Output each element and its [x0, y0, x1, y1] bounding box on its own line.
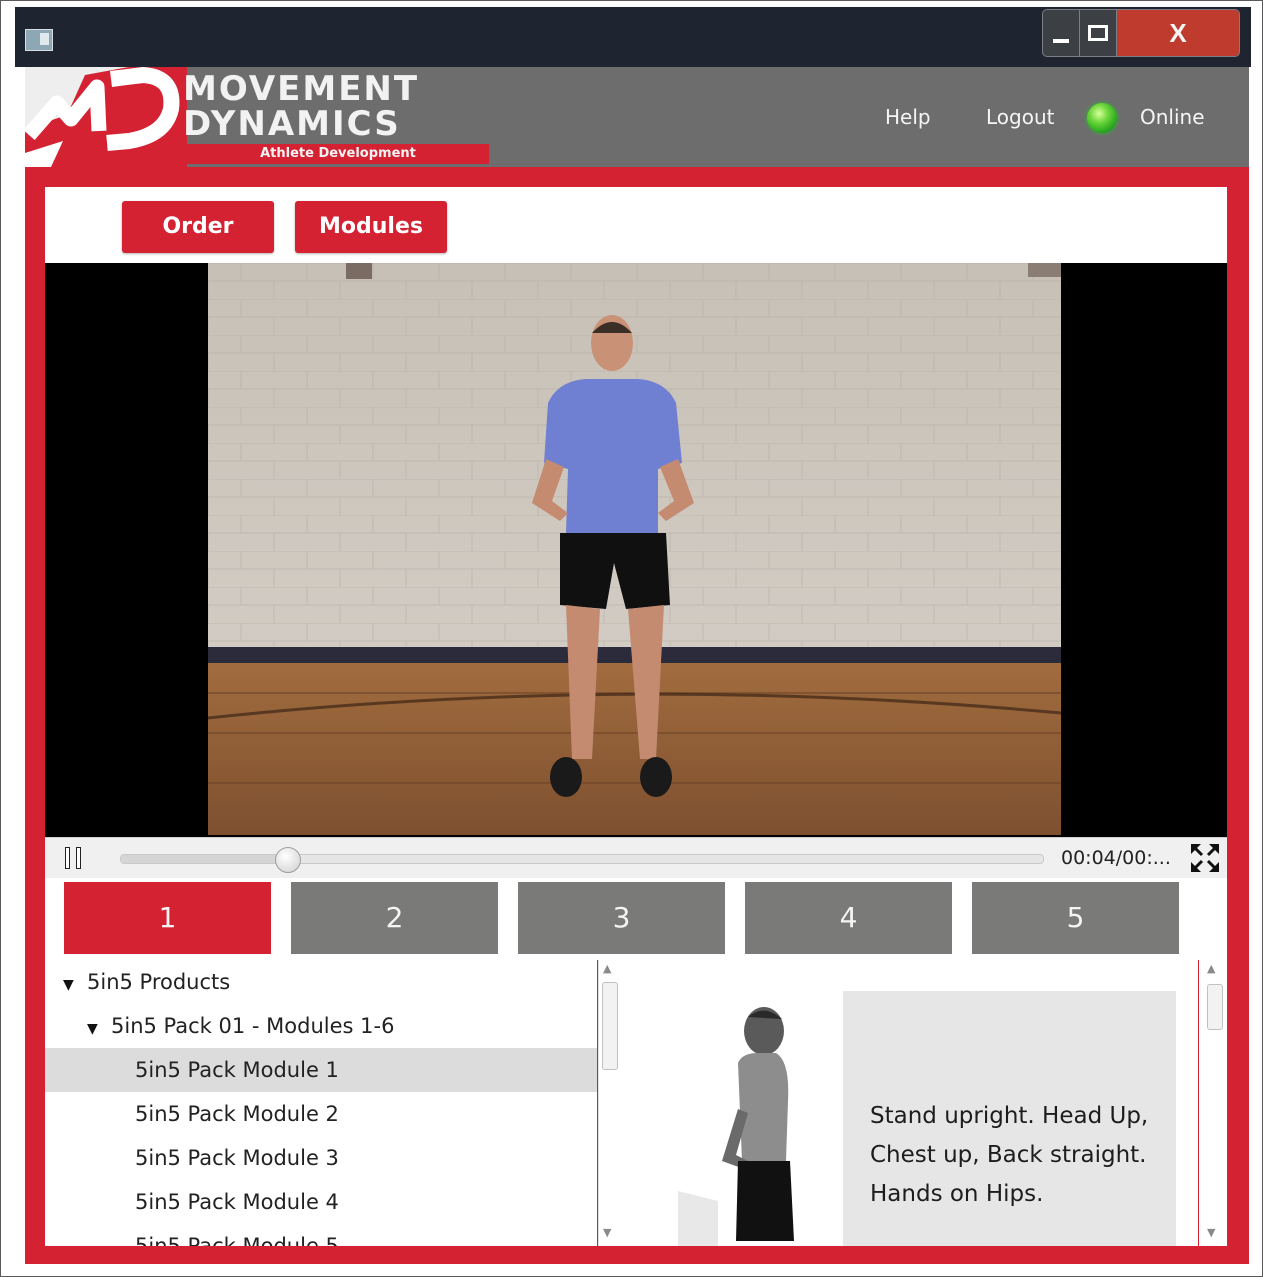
maximize-icon[interactable]	[1080, 10, 1117, 56]
video-frame[interactable]	[208, 263, 1061, 835]
app-icon[interactable]	[25, 29, 53, 51]
tree-scrollbar[interactable]: ▲ ▼	[598, 960, 619, 1246]
logo-icon	[25, 67, 187, 167]
module-detail: Stand upright. Head Up, Chest up, Back s…	[618, 960, 1198, 1246]
tree-item-label: 5in5 Pack Module 3	[135, 1146, 339, 1170]
tree-pack[interactable]: ▼ 5in5 Pack 01 - Modules 1-6	[45, 1004, 597, 1048]
header: MOVEMENT DYNAMICS Athlete Development He…	[25, 67, 1249, 167]
pause-icon[interactable]	[65, 847, 85, 869]
detail-scrollbar[interactable]: ▲ ▼	[1199, 960, 1227, 1246]
brand-tagline: Athlete Development	[187, 144, 489, 164]
scroll-up-icon[interactable]: ▲	[1207, 962, 1215, 975]
step-tabs: 1 2 3 4 5	[45, 878, 1227, 960]
help-link[interactable]: Help	[885, 105, 931, 129]
status-label: Online	[1140, 105, 1205, 129]
player-controls: 00:04/00:...	[45, 837, 1227, 879]
scroll-down-icon[interactable]: ▼	[603, 1226, 611, 1239]
tree-item[interactable]: 5in5 Pack Module 5	[45, 1224, 597, 1246]
tab-4[interactable]: 4	[745, 882, 952, 954]
tab-2[interactable]: 2	[291, 882, 498, 954]
tree-item[interactable]: 5in5 Pack Module 2	[45, 1092, 597, 1136]
tab-5[interactable]: 5	[972, 882, 1179, 954]
app-window: X MOVEMENT DYNAMICS Athlete Development …	[0, 0, 1263, 1277]
tree-root[interactable]: ▼ 5in5 Products	[45, 960, 597, 1004]
seek-slider[interactable]	[120, 847, 1044, 873]
order-button[interactable]: Order	[122, 201, 274, 253]
brand-line-2: DYNAMICS	[183, 104, 401, 144]
tree-item[interactable]: 5in5 Pack Module 1	[45, 1048, 597, 1092]
tree-item[interactable]: 5in5 Pack Module 4	[45, 1180, 597, 1224]
time-readout: 00:04/00:...	[1061, 847, 1171, 869]
video-player[interactable]	[45, 263, 1227, 837]
title-bar[interactable]: X	[15, 7, 1251, 67]
instruction-line: Chest up, Back straight.	[870, 1142, 1147, 1168]
app-frame: MOVEMENT DYNAMICS Athlete Development He…	[25, 67, 1249, 1264]
tab-1[interactable]: 1	[64, 882, 271, 954]
window-controls: X	[1042, 9, 1240, 57]
instruction-line: Hands on Hips.	[870, 1181, 1044, 1207]
tab-3[interactable]: 3	[518, 882, 725, 954]
tree-root-label: 5in5 Products	[87, 970, 231, 994]
close-icon[interactable]: X	[1117, 10, 1239, 56]
tree-item-label: 5in5 Pack Module 1	[135, 1058, 339, 1082]
seek-progress	[121, 855, 287, 863]
online-status-icon	[1087, 103, 1117, 133]
expand-caret-icon[interactable]: ▼	[63, 963, 87, 1007]
scrollbar-thumb[interactable]	[1207, 984, 1223, 1030]
logout-link[interactable]: Logout	[986, 105, 1054, 129]
scroll-up-icon[interactable]: ▲	[603, 962, 611, 975]
exercise-photo	[678, 991, 843, 1246]
tree-item[interactable]: 5in5 Pack Module 3	[45, 1136, 597, 1180]
minimize-icon[interactable]	[1043, 10, 1080, 56]
toolbar: Order Modules	[45, 187, 1227, 263]
module-tree: ▼ 5in5 Products ▼ 5in5 Pack 01 - Modules 1…	[45, 960, 597, 1246]
expand-caret-icon[interactable]: ▼	[87, 1007, 111, 1051]
brand-line-1: MOVEMENT	[183, 69, 420, 109]
modules-button[interactable]: Modules	[295, 201, 447, 253]
seek-thumb[interactable]	[274, 847, 301, 873]
tree-item-label: 5in5 Pack Module 5	[135, 1234, 339, 1246]
scroll-down-icon[interactable]: ▼	[1207, 1226, 1215, 1239]
instruction-line: Stand upright. Head Up,	[870, 1103, 1149, 1129]
tree-item-label: 5in5 Pack Module 4	[135, 1190, 339, 1214]
instruction-text: Stand upright. Head Up, Chest up, Back s…	[870, 1097, 1170, 1214]
fullscreen-icon[interactable]	[1189, 842, 1221, 874]
scrollbar-thumb[interactable]	[602, 982, 618, 1070]
tree-pack-label: 5in5 Pack 01 - Modules 1-6	[111, 1014, 395, 1038]
tree-item-label: 5in5 Pack Module 2	[135, 1102, 339, 1126]
